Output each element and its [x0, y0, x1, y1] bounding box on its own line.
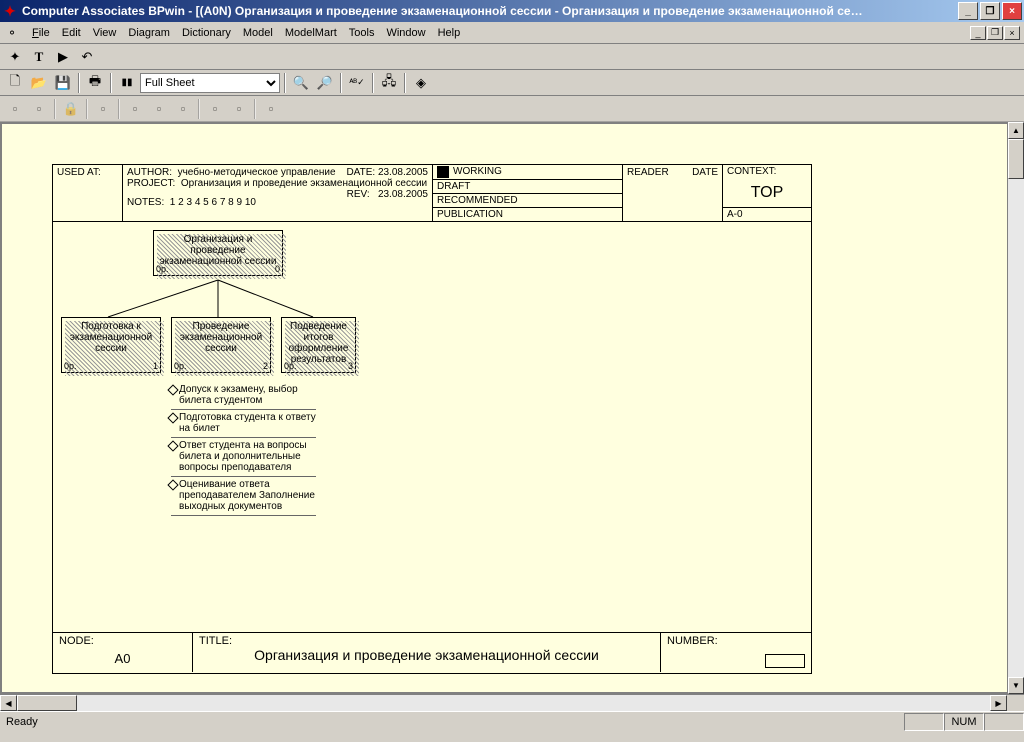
scroll-down-icon[interactable]: ▼ — [1008, 677, 1024, 694]
mdi-restore-button[interactable]: ❐ — [987, 26, 1003, 40]
save-button[interactable]: 💾 — [52, 72, 74, 94]
app-icon: ✦ — [2, 3, 18, 19]
mm-btn-2: ▫ — [28, 98, 50, 120]
new-button[interactable]: 🗋 — [4, 72, 26, 94]
mm-btn-5: ▫ — [124, 98, 146, 120]
node-3[interactable]: Подведение итогов оформление результатов… — [281, 317, 356, 373]
statusbar: Ready NUM — [0, 711, 1024, 731]
horizontal-scrollbar[interactable]: ◀ ▶ — [0, 694, 1024, 711]
minimize-button[interactable]: _ — [958, 2, 978, 20]
header-status-block: WORKING DRAFT RECOMMENDED PUBLICATION — [433, 165, 623, 221]
menu-modelmart[interactable]: ModelMart — [279, 25, 343, 41]
status-num: NUM — [944, 713, 984, 731]
sheet-footer: NODE:A0 TITLE:Организация и проведение э… — [53, 632, 811, 672]
menu-window[interactable]: Window — [380, 25, 431, 41]
idef-sheet: USED AT: AUTHOR: учебно-методическое упр… — [52, 164, 812, 674]
mm-btn-8: ▫ — [204, 98, 226, 120]
window-title: Computer Associates BPwin - [(A0N) Орган… — [22, 4, 958, 18]
toolbar-tools: ✦ T ▶ ↶ — [0, 44, 1024, 70]
maximize-button[interactable]: ❐ — [980, 2, 1000, 20]
status-ready: Ready — [0, 713, 60, 731]
menu-help[interactable]: Help — [432, 25, 467, 41]
zoom-out-button[interactable]: 🔎 — [314, 72, 336, 94]
menu-edit[interactable]: Edit — [56, 25, 87, 41]
vertical-scrollbar[interactable]: ▲ ▼ — [1007, 122, 1024, 694]
scroll-thumb-h[interactable] — [17, 695, 77, 711]
workspace: USED AT: AUTHOR: учебно-методическое упр… — [0, 122, 1024, 694]
node-2[interactable]: Проведение экзаменационной сессии 0p.2 — [171, 317, 271, 373]
header-used-at: USED AT: — [53, 165, 123, 221]
open-button[interactable]: 📂 — [28, 72, 50, 94]
mdi-close-button[interactable]: × — [1004, 26, 1020, 40]
menu-model[interactable]: Model — [237, 25, 279, 41]
model-explorer-button[interactable]: ▮▮ — [116, 72, 138, 94]
play-tool[interactable]: ▶ — [52, 46, 74, 68]
toolbar-modelmart: ▫ ▫ 🔒 ▫ ▫ ▫ ▫ ▫ ▫ ▫ — [0, 96, 1024, 122]
node-root[interactable]: Организация и проведение экзаменационной… — [153, 230, 283, 276]
status-scrl — [984, 713, 1024, 731]
diagram-area[interactable]: Организация и проведение экзаменационной… — [53, 222, 811, 632]
mm-btn-6: ▫ — [148, 98, 170, 120]
header-context: CONTEXT: TOP A-0 — [723, 165, 811, 221]
scroll-thumb[interactable] — [1008, 139, 1024, 179]
mm-btn-1: ▫ — [4, 98, 26, 120]
menu-tools[interactable]: Tools — [343, 25, 381, 41]
diagram-canvas[interactable]: USED AT: AUTHOR: учебно-методическое упр… — [2, 124, 1007, 692]
mm-btn-4: ▫ — [92, 98, 114, 120]
header-author-block: AUTHOR: учебно-методическое управлениеDA… — [123, 165, 433, 221]
scroll-right-icon[interactable]: ▶ — [990, 695, 1007, 711]
mm-btn-3: 🔒 — [60, 98, 82, 120]
report-button[interactable]: ◈ — [410, 72, 432, 94]
menu-diagram[interactable]: Diagram — [122, 25, 176, 41]
text-tool[interactable]: T — [28, 46, 50, 68]
mm-btn-10: ▫ — [260, 98, 282, 120]
menu-view[interactable]: View — [87, 25, 123, 41]
pointer-tool[interactable]: ✦ — [4, 46, 26, 68]
mm-btn-9: ▫ — [228, 98, 250, 120]
menubar: ⚬ File Edit View Diagram Dictionary Mode… — [0, 22, 1024, 44]
tree-button[interactable]: 🖧 — [378, 72, 400, 94]
connector-lines — [53, 222, 811, 632]
window-titlebar: ✦ Computer Associates BPwin - [(A0N) Орг… — [0, 0, 1024, 22]
menu-dictionary[interactable]: Dictionary — [176, 25, 237, 41]
header-reader: READERDATE — [623, 165, 723, 221]
document-icon: ⚬ — [4, 25, 20, 41]
spellcheck-button[interactable]: ᴬᴮ✓ — [346, 72, 368, 94]
mdi-minimize-button[interactable]: _ — [970, 26, 986, 40]
print-button[interactable]: 🖶 — [84, 72, 106, 94]
zoom-select[interactable]: Full Sheet — [140, 73, 280, 93]
menu-file[interactable]: File — [26, 25, 56, 41]
zoom-in-button[interactable]: 🔍 — [290, 72, 312, 94]
scroll-left-icon[interactable]: ◀ — [0, 695, 17, 711]
close-button[interactable]: × — [1002, 2, 1022, 20]
status-cap — [904, 713, 944, 731]
node-1[interactable]: Подготовка к экзаменационной сессии 0p.1 — [61, 317, 161, 373]
undo-tool[interactable]: ↶ — [76, 46, 98, 68]
toolbar-main: 🗋 📂 💾 🖶 ▮▮ Full Sheet 🔍 🔎 ᴬᴮ✓ 🖧 ◈ — [0, 70, 1024, 96]
mm-btn-7: ▫ — [172, 98, 194, 120]
scroll-up-icon[interactable]: ▲ — [1008, 122, 1024, 139]
